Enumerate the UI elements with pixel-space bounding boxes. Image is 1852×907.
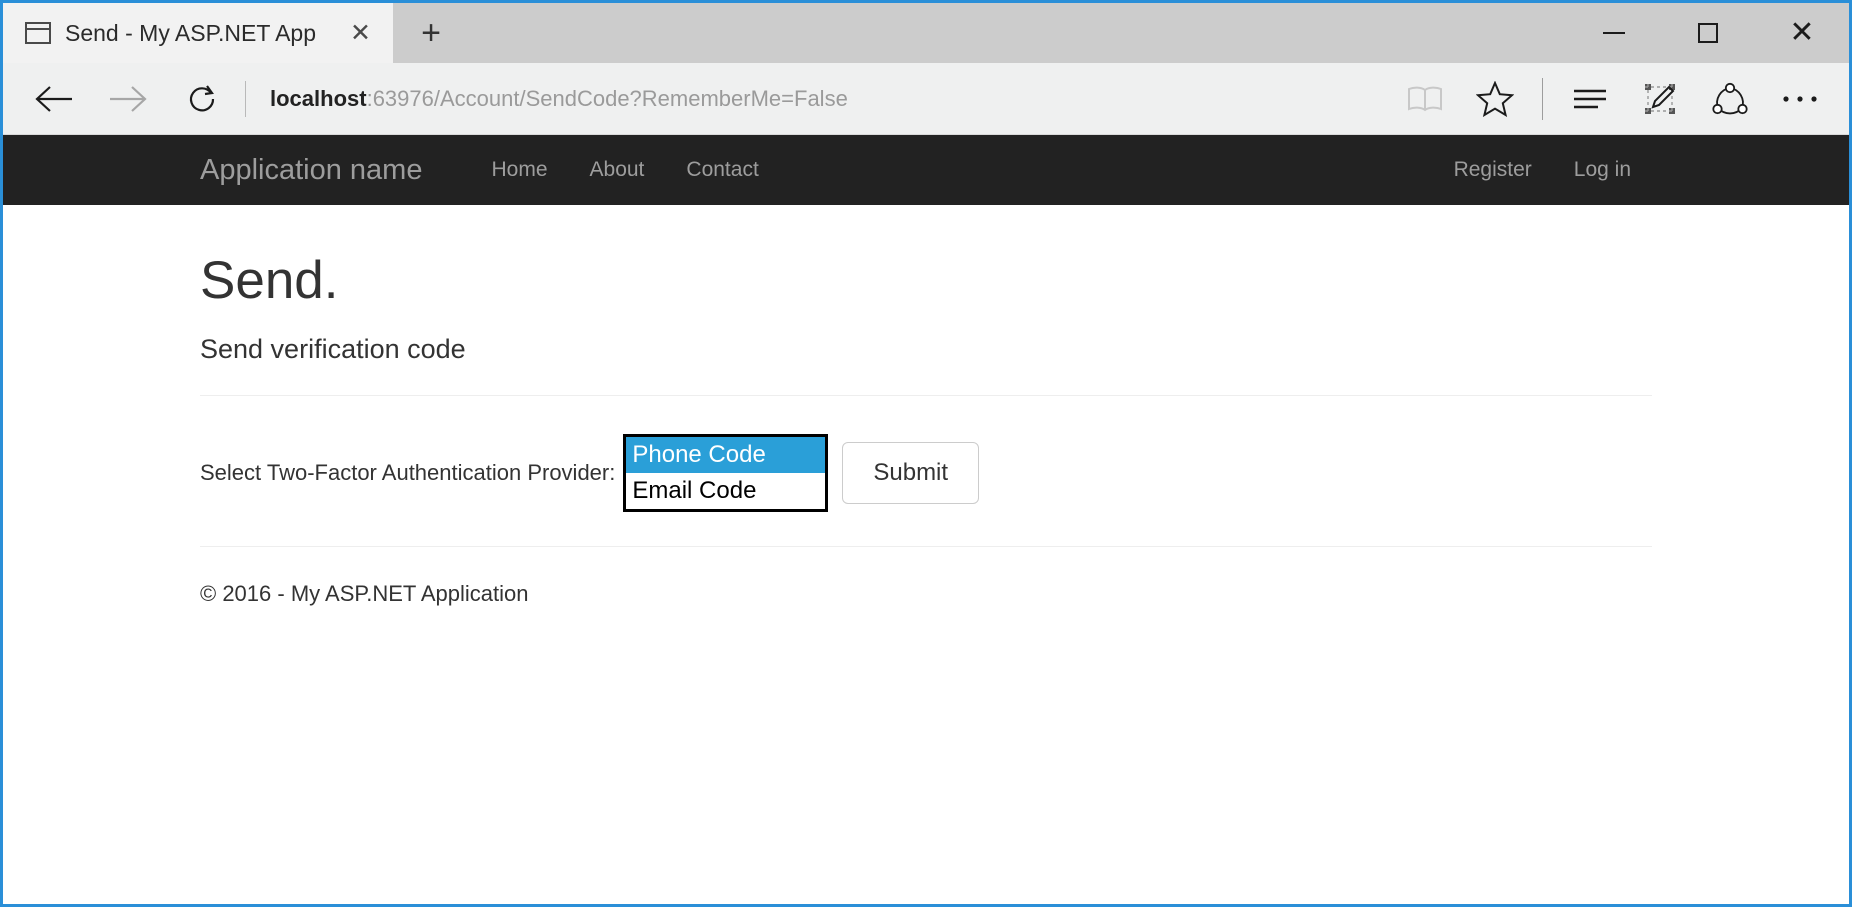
window-icon [25, 22, 51, 44]
url-path: :63976/Account/SendCode?RememberMe=False [366, 85, 848, 111]
browser-toolbar: localhost:63976/Account/SendCode?Remembe… [3, 63, 1849, 135]
window-controls: ✕ [1567, 3, 1849, 63]
maximize-icon [1698, 23, 1718, 43]
divider-bottom [200, 546, 1652, 548]
hub-icon [1574, 89, 1606, 108]
page-title: Send. [200, 251, 339, 310]
favorites-star-icon [1476, 80, 1514, 117]
page-content: Send. Send verification code Select Two-… [200, 205, 1652, 607]
toolbar-separator [1542, 77, 1543, 120]
nav-item-home[interactable]: Home [470, 158, 568, 182]
more-button[interactable] [1765, 63, 1835, 135]
address-bar[interactable]: localhost:63976/Account/SendCode?Remembe… [260, 86, 1390, 112]
provider-option-phone-code[interactable]: Phone Code [626, 436, 826, 474]
back-button[interactable] [17, 63, 91, 135]
minimize-button[interactable] [1567, 3, 1661, 63]
favorites-button[interactable] [1460, 63, 1530, 135]
share-button[interactable] [1695, 63, 1765, 135]
url-host: localhost [270, 85, 367, 111]
nav-item-login[interactable]: Log in [1553, 158, 1652, 182]
maximize-button[interactable] [1661, 3, 1755, 63]
browser-tab[interactable]: Send - My ASP.NET App ✕ [3, 3, 393, 63]
share-icon [1712, 82, 1748, 114]
close-tab-icon[interactable]: ✕ [346, 20, 375, 46]
close-icon: ✕ [1789, 16, 1815, 49]
provider-select[interactable]: Phone Code Email Code [623, 433, 829, 513]
brand-link[interactable]: Application name [200, 154, 422, 187]
nav-item-about[interactable]: About [569, 158, 666, 182]
refresh-icon [189, 84, 215, 111]
send-code-form: Select Two-Factor Authentication Provide… [200, 433, 1652, 513]
nav-item-contact[interactable]: Contact [665, 158, 779, 182]
web-note-icon [1645, 83, 1675, 114]
divider-top [200, 394, 1652, 396]
provider-option-email-code[interactable]: Email Code [626, 473, 825, 509]
footer-copyright: © 2016 - My ASP.NET Application [200, 581, 529, 607]
back-arrow-icon [35, 85, 72, 112]
submit-button[interactable]: Submit [842, 442, 980, 505]
new-tab-button[interactable]: + [393, 3, 469, 63]
nav-right-group: Register Log in [1433, 158, 1652, 182]
minimize-icon [1603, 32, 1625, 34]
reading-view-icon [1408, 86, 1442, 111]
page-subtitle: Send verification code [200, 333, 466, 364]
tab-title: Send - My ASP.NET App [65, 19, 317, 46]
more-icon [1783, 95, 1817, 102]
refresh-button[interactable] [165, 63, 239, 135]
browser-window: Send - My ASP.NET App ✕ + ✕ localhost:63… [0, 0, 1852, 907]
hub-button[interactable] [1555, 63, 1625, 135]
web-note-button[interactable] [1625, 63, 1695, 135]
title-bar: Send - My ASP.NET App ✕ + ✕ [3, 3, 1849, 63]
forward-button[interactable] [91, 63, 165, 135]
site-navbar: Application name Home About Contact Regi… [3, 135, 1849, 205]
nav-item-register[interactable]: Register [1433, 158, 1553, 182]
toolbar-divider [245, 80, 246, 117]
forward-arrow-icon [110, 85, 147, 112]
close-window-button[interactable]: ✕ [1755, 3, 1849, 63]
reading-view-button[interactable] [1390, 63, 1460, 135]
provider-label: Select Two-Factor Authentication Provide… [200, 460, 616, 486]
